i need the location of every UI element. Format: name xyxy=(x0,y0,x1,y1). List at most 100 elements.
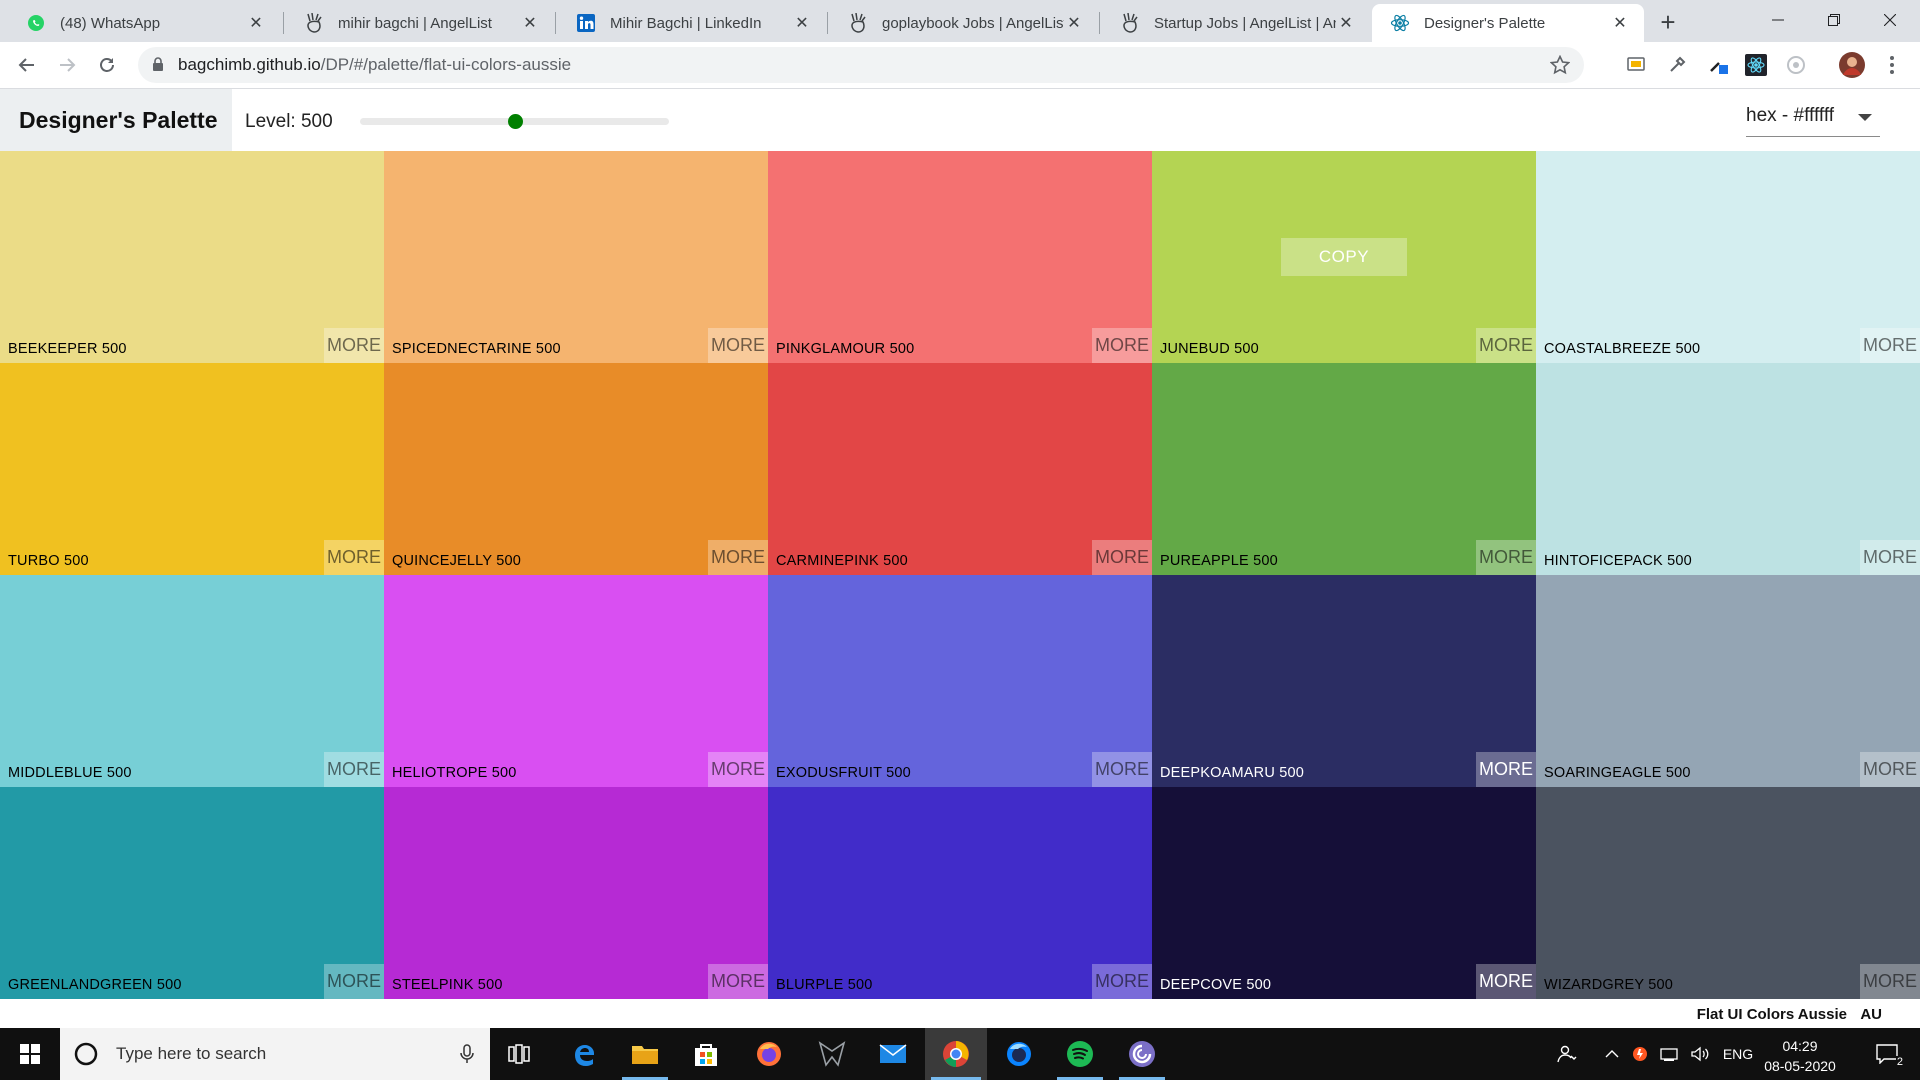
lock-icon[interactable] xyxy=(152,57,164,77)
tab-goplaybook-jobs[interactable]: goplaybook Jobs | AngelList ✕ xyxy=(830,4,1098,42)
spotify-icon[interactable] xyxy=(1051,1028,1109,1080)
color-swatch[interactable]: DEEPKOAMARU 500 MORE xyxy=(1152,575,1536,787)
eyedropper-icon[interactable] xyxy=(1665,53,1689,77)
close-tab-icon[interactable]: ✕ xyxy=(246,13,266,33)
network-icon[interactable] xyxy=(1657,1028,1683,1080)
close-tab-icon[interactable]: ✕ xyxy=(1336,13,1356,33)
firefox-icon[interactable] xyxy=(740,1028,798,1080)
close-window-button[interactable] xyxy=(1862,0,1918,40)
close-tab-icon[interactable]: ✕ xyxy=(1064,13,1084,33)
address-bar[interactable]: bagchimb.github.io/DP/#/palette/flat-ui-… xyxy=(138,47,1584,83)
tab-startup-jobs[interactable]: Startup Jobs | AngelList | Ang ✕ xyxy=(1102,4,1370,42)
input-language-indicator[interactable]: ENG xyxy=(1718,1028,1758,1080)
more-shades-button[interactable]: MORE xyxy=(1860,540,1920,575)
color-swatch[interactable]: COASTALBREEZE 500 MORE xyxy=(1536,151,1920,363)
more-shades-button[interactable]: MORE xyxy=(1476,964,1536,999)
color-swatch[interactable]: PINKGLAMOUR 500 MORE xyxy=(768,151,1152,363)
more-shades-button[interactable]: MORE xyxy=(1092,964,1152,999)
color-swatch[interactable]: BEEKEEPER 500 MORE xyxy=(0,151,384,363)
level-slider-handle[interactable] xyxy=(507,114,523,129)
microphone-icon[interactable] xyxy=(460,1044,474,1069)
taskbar-search-box[interactable]: Type here to search xyxy=(60,1028,490,1080)
profile-avatar[interactable] xyxy=(1838,51,1866,79)
windows-start-button[interactable] xyxy=(0,1028,60,1080)
battery-saver-icon[interactable] xyxy=(1627,1028,1653,1080)
more-shades-button[interactable]: MORE xyxy=(1476,752,1536,787)
chrome-menu-icon[interactable] xyxy=(1880,53,1904,77)
more-shades-button[interactable]: MORE xyxy=(708,964,768,999)
close-tab-icon[interactable]: ✕ xyxy=(520,13,540,33)
more-shades-button[interactable]: MORE xyxy=(1092,540,1152,575)
color-picker-extension-icon[interactable] xyxy=(1707,53,1731,77)
bookmark-star-icon[interactable] xyxy=(1549,54,1571,80)
more-shades-button[interactable]: MORE xyxy=(324,540,384,575)
level-label: Level: 500 xyxy=(245,111,333,132)
color-swatch[interactable]: WIZARDGREY 500 MORE xyxy=(1536,787,1920,999)
more-shades-button[interactable]: MORE xyxy=(1860,328,1920,363)
react-devtools-icon[interactable] xyxy=(1744,53,1768,77)
copy-button[interactable]: COPY xyxy=(1281,238,1407,276)
more-shades-button[interactable]: MORE xyxy=(1476,328,1536,363)
task-view-icon[interactable] xyxy=(490,1028,548,1080)
back-button[interactable] xyxy=(11,49,43,81)
microsoft-store-icon[interactable] xyxy=(677,1028,735,1080)
color-swatch[interactable]: EXODUSFRUIT 500 MORE xyxy=(768,575,1152,787)
predator-sense-icon[interactable] xyxy=(803,1028,861,1080)
more-shades-button[interactable]: MORE xyxy=(1860,964,1920,999)
restore-button[interactable] xyxy=(1806,0,1862,40)
react-icon xyxy=(1390,13,1410,33)
action-center-button[interactable]: 2 xyxy=(1862,1028,1912,1080)
firefox-developer-icon[interactable] xyxy=(990,1028,1048,1080)
color-swatch[interactable]: QUINCEJELLY 500 MORE xyxy=(384,363,768,575)
color-format-select[interactable]: hex - #ffffff xyxy=(1746,105,1880,137)
github-desktop-icon[interactable] xyxy=(1113,1028,1171,1080)
tab-angellist-profile[interactable]: mihir bagchi | AngelList ✕ xyxy=(286,4,554,42)
tab-linkedin[interactable]: Mihir Bagchi | LinkedIn ✕ xyxy=(558,4,826,42)
color-swatch[interactable]: MIDDLEBLUE 500 MORE xyxy=(0,575,384,787)
show-hidden-icons-chevron-icon[interactable] xyxy=(1600,1028,1624,1080)
new-tab-button[interactable]: + xyxy=(1652,6,1684,38)
more-shades-button[interactable]: MORE xyxy=(1860,752,1920,787)
more-shades-button[interactable]: MORE xyxy=(324,752,384,787)
color-swatch[interactable]: SPICEDNECTARINE 500 MORE xyxy=(384,151,768,363)
mail-icon[interactable] xyxy=(864,1028,922,1080)
extension-circle-icon[interactable] xyxy=(1784,53,1808,77)
color-swatch[interactable]: HINTOFICEPACK 500 MORE xyxy=(1536,363,1920,575)
color-swatch[interactable]: COPY JUNEBUD 500 MORE xyxy=(1152,151,1536,363)
edge-browser-icon[interactable] xyxy=(555,1028,613,1080)
color-swatch[interactable]: DEEPCOVE 500 MORE xyxy=(1152,787,1536,999)
cast-icon[interactable] xyxy=(1624,53,1648,77)
more-shades-button[interactable]: MORE xyxy=(708,328,768,363)
more-shades-button[interactable]: MORE xyxy=(1092,328,1152,363)
more-shades-button[interactable]: MORE xyxy=(1476,540,1536,575)
close-tab-icon[interactable]: ✕ xyxy=(1610,13,1630,33)
color-swatch[interactable]: HELIOTROPE 500 MORE xyxy=(384,575,768,787)
more-shades-button[interactable]: MORE xyxy=(324,964,384,999)
tab-whatsapp[interactable]: (48) WhatsApp ✕ xyxy=(8,4,280,42)
color-swatch[interactable]: PUREAPPLE 500 MORE xyxy=(1152,363,1536,575)
volume-icon[interactable] xyxy=(1687,1028,1713,1080)
forward-button[interactable] xyxy=(51,49,83,81)
color-swatch[interactable]: GREENLANDGREEN 500 MORE xyxy=(0,787,384,999)
tab-designers-palette[interactable]: Designer's Palette ✕ xyxy=(1372,4,1644,42)
more-shades-button[interactable]: MORE xyxy=(1092,752,1152,787)
whatsapp-icon xyxy=(26,13,46,33)
color-swatch[interactable]: TURBO 500 MORE xyxy=(0,363,384,575)
dropdown-arrow-icon xyxy=(1858,114,1872,121)
chrome-icon[interactable] xyxy=(925,1028,987,1080)
more-shades-button[interactable]: MORE xyxy=(324,328,384,363)
people-icon[interactable] xyxy=(1552,1028,1582,1080)
color-swatch[interactable]: CARMINEPINK 500 MORE xyxy=(768,363,1152,575)
more-shades-button[interactable]: MORE xyxy=(708,540,768,575)
color-swatch[interactable]: BLURPLE 500 MORE xyxy=(768,787,1152,999)
close-tab-icon[interactable]: ✕ xyxy=(792,13,812,33)
level-slider[interactable] xyxy=(360,114,669,129)
minimize-button[interactable] xyxy=(1750,0,1806,40)
taskbar-clock[interactable]: 04:29 08-05-2020 xyxy=(1758,1036,1842,1076)
brand-logo[interactable]: Designer's Palette xyxy=(0,89,232,151)
more-shades-button[interactable]: MORE xyxy=(708,752,768,787)
reload-button[interactable] xyxy=(91,49,123,81)
color-swatch[interactable]: SOARINGEAGLE 500 MORE xyxy=(1536,575,1920,787)
file-explorer-icon[interactable] xyxy=(616,1028,674,1080)
color-swatch[interactable]: STEELPINK 500 MORE xyxy=(384,787,768,999)
